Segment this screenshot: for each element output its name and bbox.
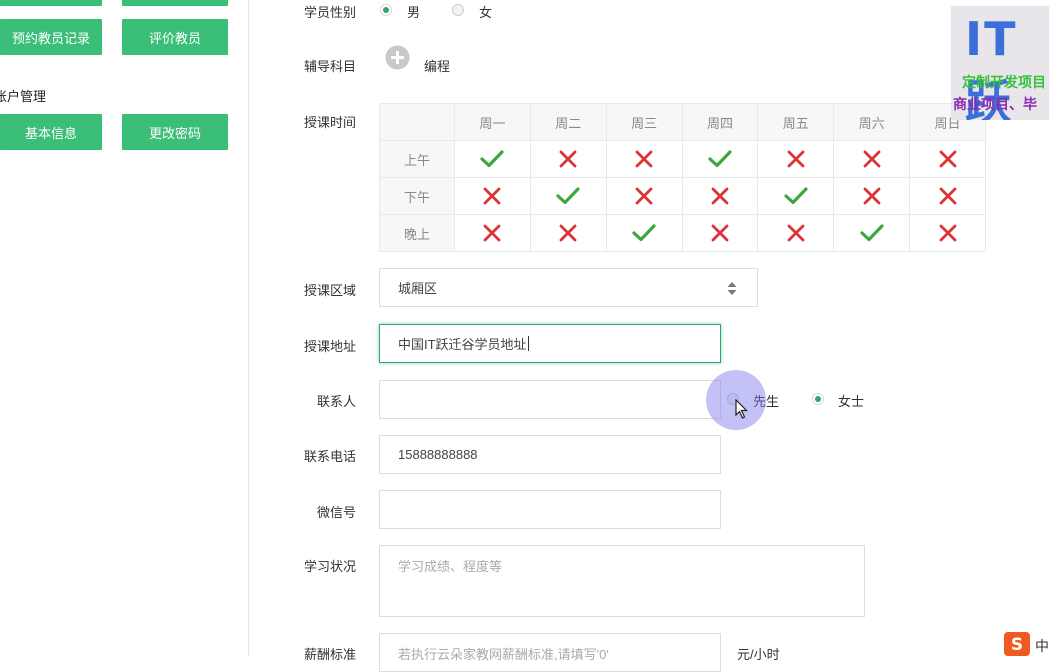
select-arrows-icon [727,282,737,298]
salary-input[interactable]: 若执行云朵家教网薪酬标准,请填写'0' [379,633,721,672]
salary-label: 薪酬标准 [304,647,357,662]
tutor-booking-records-button[interactable]: 预约教员记录 [0,19,102,55]
cross-icon[interactable] [909,214,986,252]
cross-icon[interactable] [605,177,683,215]
contact-name-input[interactable] [379,380,721,419]
address-value: 中国IT跃迁谷学员地址 [398,337,527,352]
cross-icon[interactable] [757,140,835,178]
row-header-afternoon: 下午 [379,177,455,215]
row-header-evening: 晚上 [379,214,455,252]
cross-icon[interactable] [454,177,531,215]
day-header-tue: 周二 [529,103,607,141]
day-header-sat: 周六 [833,103,911,141]
phone-input[interactable]: 15888888888 [379,435,721,474]
top-button-partial-left[interactable] [0,0,102,6]
day-header-fri: 周五 [757,103,835,141]
cross-icon[interactable] [909,140,986,178]
district-value: 城厢区 [398,281,438,296]
check-icon[interactable] [529,177,607,215]
day-header-thu: 周四 [681,103,759,141]
cross-icon[interactable] [681,214,759,252]
cross-icon[interactable] [529,140,607,178]
mouse-pointer-icon [735,398,749,422]
watermark-line2: 定制开发项目 [962,74,1046,90]
cross-icon[interactable] [681,177,759,215]
address-label: 授课地址 [304,339,357,354]
study-status-placeholder: 学习成绩、程度等 [398,559,503,574]
rate-tutor-button[interactable]: 评价教员 [122,19,228,55]
salary-unit: 元/小时 [737,647,780,662]
schedule-corner [379,103,455,141]
account-section-title: 账户管理 [0,89,47,104]
check-icon[interactable] [681,140,759,178]
change-password-button[interactable]: 更改密码 [122,114,228,150]
cross-icon[interactable] [833,177,911,215]
gender-male-label[interactable]: 男 [407,2,420,21]
subject-value: 编程 [424,59,451,74]
svg-text:S: S [1011,635,1023,655]
sidebar: 预约教员记录 评价教员 账户管理 基本信息 更改密码 [0,0,249,656]
cross-icon[interactable] [529,214,607,252]
cross-icon[interactable] [454,214,531,252]
schedule-table: 周一 周二 周三 周四 周五 周六 周日 上午 下午 晚上 [379,103,986,252]
cross-icon[interactable] [605,140,683,178]
watermark-line3: 商业项目、毕 [953,96,1037,112]
cross-icon[interactable] [833,140,911,178]
ime-mode-label: 中 [1035,638,1049,654]
contact-ms-radio[interactable] [812,393,824,405]
study-status-textarea[interactable]: 学习成绩、程度等 [379,545,865,617]
gender-female-radio[interactable] [452,4,464,16]
check-icon[interactable] [833,214,911,252]
study-status-label: 学习状况 [304,559,357,574]
salary-placeholder: 若执行云朵家教网薪酬标准,请填写'0' [398,647,609,662]
day-header-wed: 周三 [605,103,683,141]
row-header-morning: 上午 [379,140,455,178]
wechat-input[interactable] [379,490,721,529]
text-caret [527,336,529,351]
schedule-label: 授课时间 [304,115,357,130]
check-icon[interactable] [605,214,683,252]
district-label: 授课区域 [304,283,357,298]
sogou-logo-icon: S [1004,632,1030,656]
address-input[interactable]: 中国IT跃迁谷学员地址 [379,324,721,363]
add-subject-icon[interactable] [385,45,410,70]
district-select[interactable]: 城厢区 [379,268,758,307]
ime-indicator[interactable]: S 中 [1002,632,1049,656]
gender-male-radio[interactable] [380,4,392,16]
contact-label: 联系人 [317,394,357,409]
top-button-partial-right[interactable] [122,0,228,6]
gender-label: 学员性别 [304,5,357,20]
it-watermark-logo: IT跃 定制开发项目 商业项目、毕 [951,6,1049,120]
gender-female-label[interactable]: 女 [479,2,492,21]
day-header-mon: 周一 [454,103,531,141]
cross-icon[interactable] [909,177,986,215]
phone-label: 联系电话 [304,449,357,464]
check-icon[interactable] [757,177,835,215]
wechat-label: 微信号 [317,505,357,520]
subject-label: 辅导科目 [304,59,357,74]
check-icon[interactable] [454,140,531,178]
basic-info-button[interactable]: 基本信息 [0,114,102,150]
phone-value: 15888888888 [398,447,478,462]
cross-icon[interactable] [757,214,835,252]
contact-ms-label[interactable]: 女士 [838,391,864,410]
